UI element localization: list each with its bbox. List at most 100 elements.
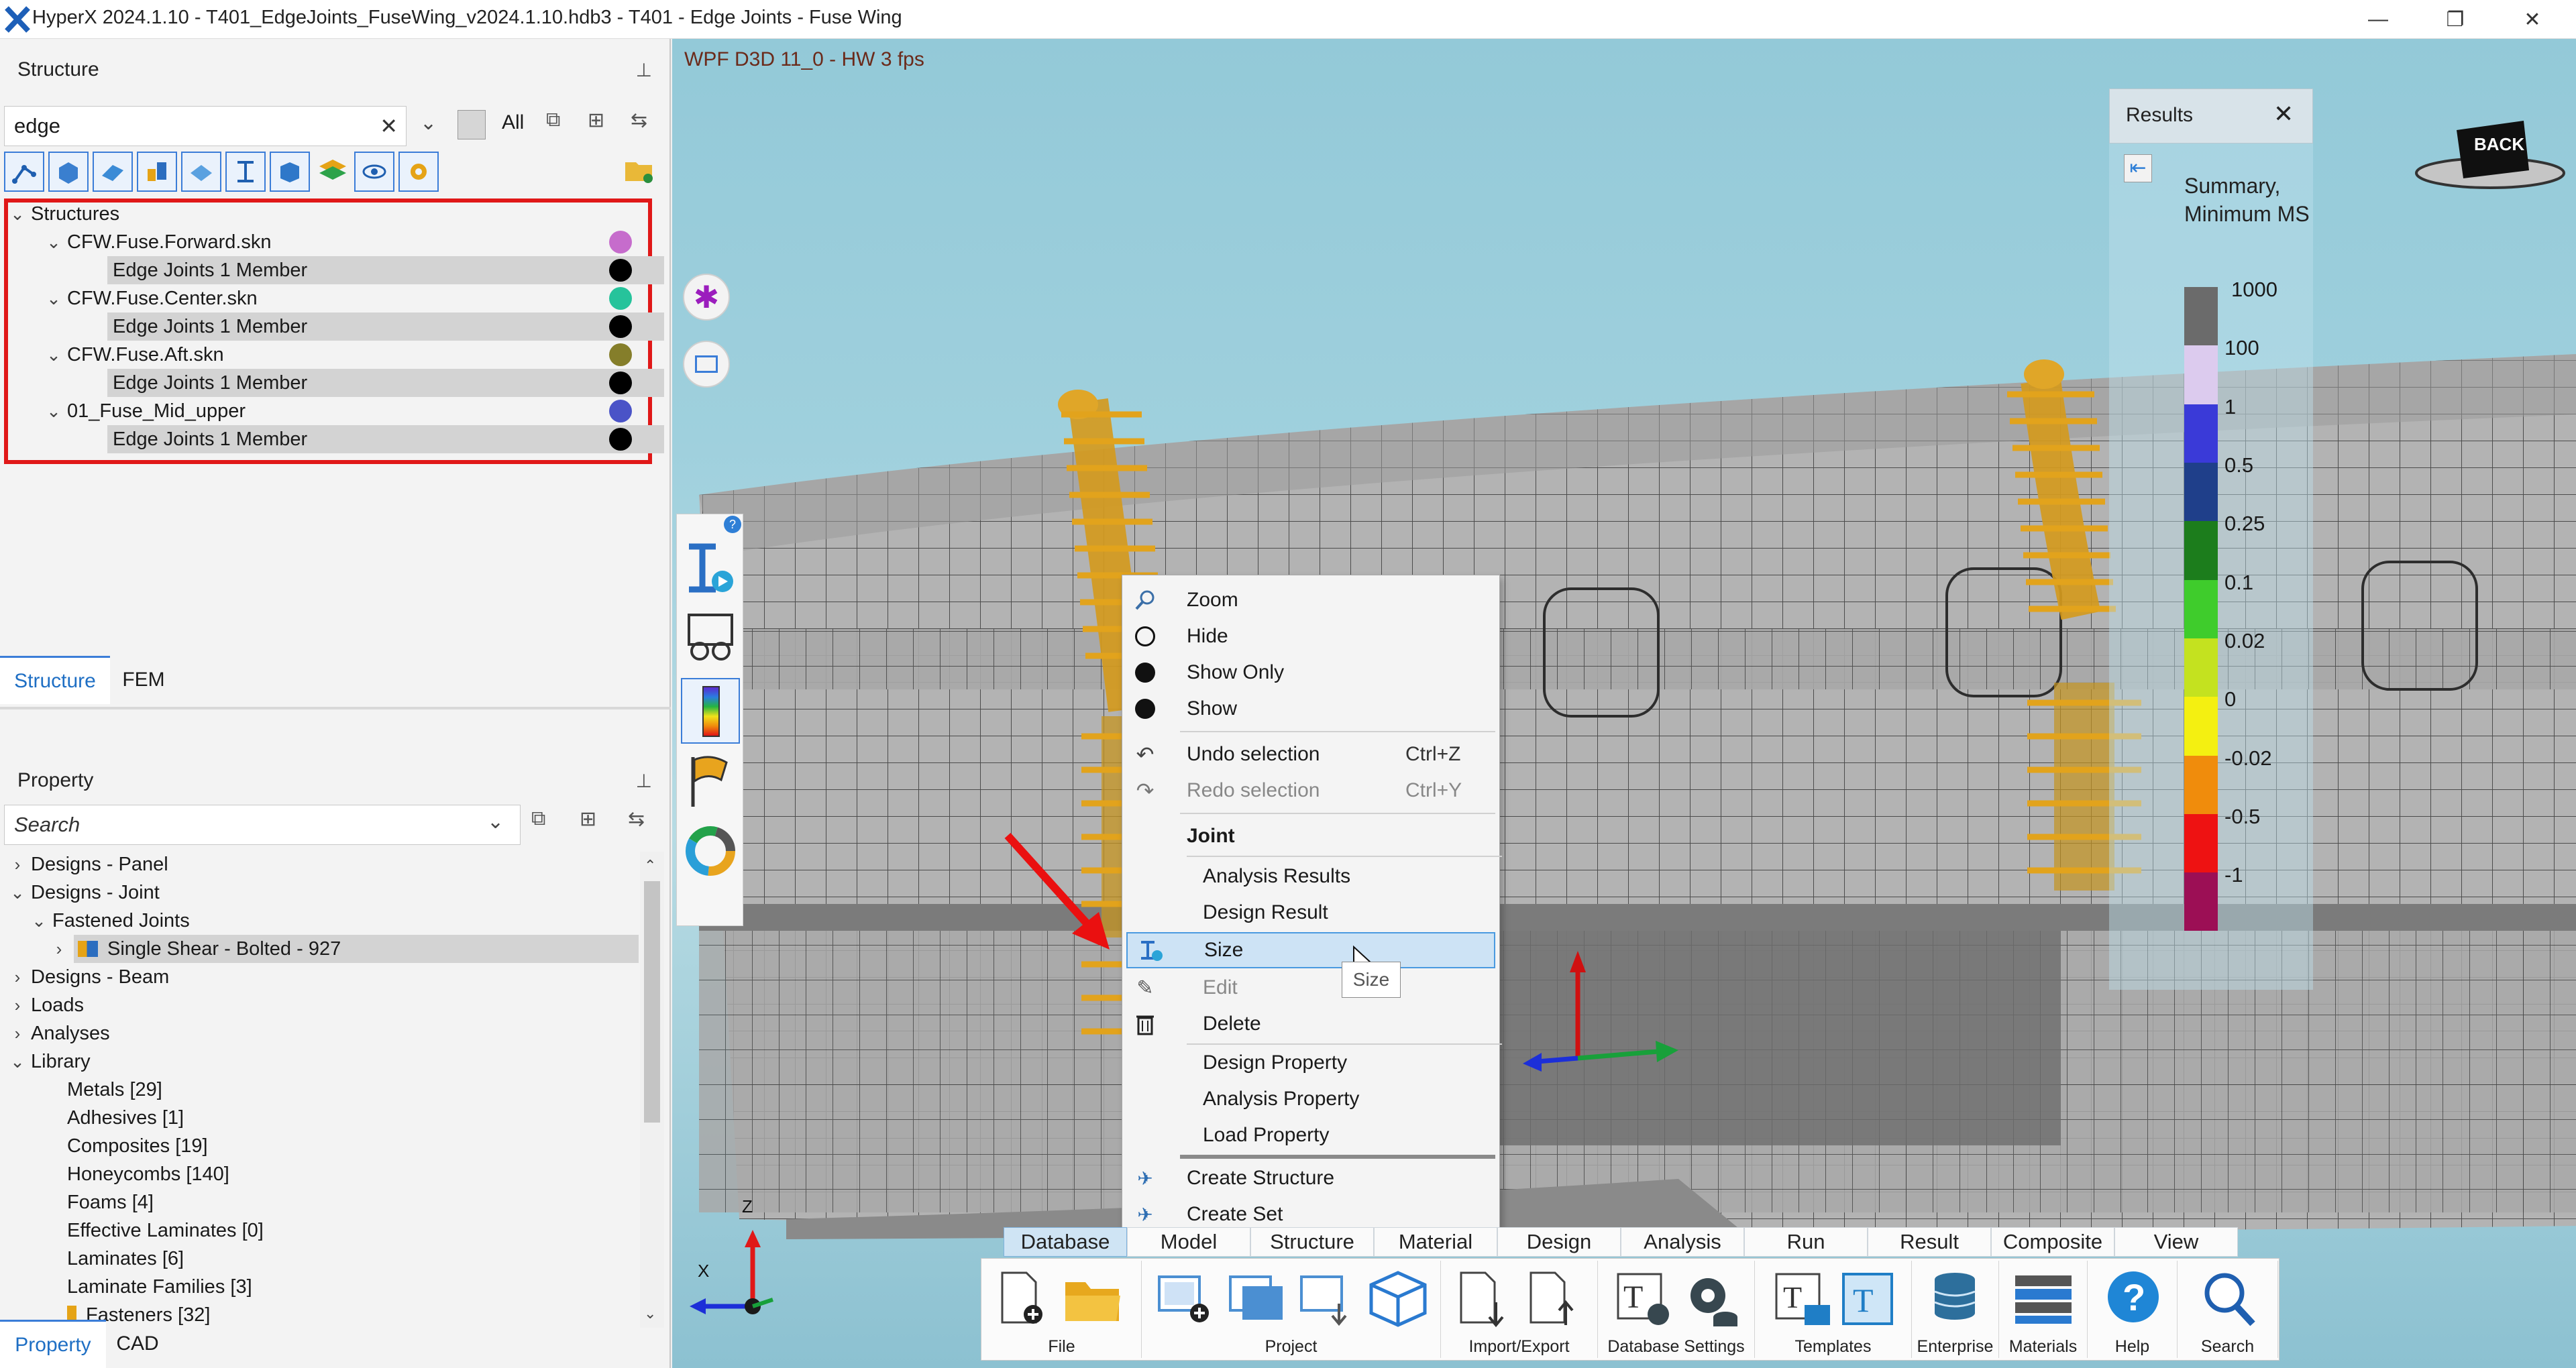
tab-structure[interactable]: Structure [0,656,110,704]
member-color-swatch[interactable] [609,372,632,394]
tree-item-single-shear[interactable]: › Single Shear - Bolted - 927 [56,935,639,963]
tree-group-aft[interactable]: ⌄ CFW.Fuse.Aft.skn [46,341,224,369]
project-import-icon[interactable] [1297,1271,1358,1328]
filter-cube-icon[interactable] [458,110,486,139]
clear-search-icon[interactable]: ✕ [380,113,398,139]
tree-group-center[interactable]: ⌄ CFW.Fuse.Center.skn [46,284,258,312]
tree-item-honeycombs[interactable]: Honeycombs [140] [67,1160,229,1188]
ribbon-tab-analysis[interactable]: Analysis [1621,1227,1744,1257]
folder-icon[interactable] [623,154,655,186]
tree-member-row[interactable]: Edge Joints 1 Member [107,425,664,453]
ribbon-tab-result[interactable]: Result [1868,1227,1991,1257]
tree-item-adhesives[interactable]: Adhesives [1] [67,1104,184,1132]
new-project-icon[interactable] [1155,1271,1216,1328]
help-icon[interactable]: ? [724,516,741,533]
ribbon-tab-run[interactable]: Run [1744,1227,1868,1257]
tree-group-forward[interactable]: ⌄ CFW.Fuse.Forward.skn [46,228,271,256]
menu-item-analysis-property[interactable]: Analysis Property [1122,1081,1499,1117]
tree-item-analyses[interactable]: › Analyses [9,1019,110,1047]
network-icon[interactable] [4,152,44,192]
import-icon[interactable] [1454,1270,1515,1330]
gear-database-icon[interactable] [1681,1269,1741,1330]
menu-item-load-property[interactable]: Load Property [1122,1117,1499,1153]
asterisk-icon[interactable]: ✱ [683,274,730,321]
layers-icon[interactable] [314,153,352,190]
close-results-icon[interactable]: ✕ [2273,100,2294,128]
menu-item-analysis-results[interactable]: Analysis Results [1122,858,1499,895]
help-icon[interactable]: ? [2105,1269,2165,1329]
ribbon-tab-database[interactable]: Database [1004,1227,1127,1257]
menu-item-create-structure[interactable]: ✈ Create Structure [1122,1160,1499,1196]
structure-search-input[interactable]: edge ✕ [4,106,407,146]
ribbon-tab-design[interactable]: Design [1497,1227,1621,1257]
tree-item-designs-beam[interactable]: › Designs - Beam [9,963,170,991]
tree-item-designs-panel[interactable]: › Designs - Panel [9,850,168,878]
chevron-down-icon[interactable]: ⌄ [9,204,25,225]
member-color-swatch[interactable] [609,315,632,338]
panel-icon[interactable] [93,152,133,192]
menu-item-redo-selection[interactable]: ↷ Redo selection Ctrl+Y [1122,773,1499,809]
contour-legend-icon[interactable] [681,678,740,744]
menu-item-zoom[interactable]: Zoom [1122,582,1499,618]
tab-cad[interactable]: CAD [106,1320,169,1368]
glasses-icon[interactable] [684,608,737,669]
chevron-down-icon[interactable]: ⌄ [46,345,62,365]
minimize-button[interactable]: — [2341,0,2415,39]
search-dropdown-icon[interactable]: ⌄ [420,111,437,135]
tree-item-effective-laminates[interactable]: Effective Laminates [0] [67,1216,264,1245]
tree-item-composites[interactable]: Composites [19] [67,1132,208,1160]
settings-gear-icon[interactable] [398,152,439,192]
member-color-swatch[interactable] [609,428,632,451]
beam-icon[interactable] [225,152,266,192]
menu-item-delete[interactable]: Delete [1122,1006,1499,1042]
template-icon[interactable]: T [1774,1271,1834,1332]
eye-filter-icon[interactable] [354,152,394,192]
pin-icon[interactable]: ⊥ [636,770,652,792]
property-scrollbar[interactable]: ⌃ ⌄ [640,852,664,1328]
search-icon[interactable] [2198,1269,2258,1329]
tree-member-row[interactable]: Edge Joints 1 Member [107,312,664,341]
tab-fem[interactable]: FEM [110,656,177,704]
ribbon-tab-composite[interactable]: Composite [1991,1227,2114,1257]
donut-chart-icon[interactable] [684,820,737,880]
joint-icon[interactable] [137,152,177,192]
tree-item-foams[interactable]: Foams [4] [67,1188,154,1216]
menu-item-undo-selection[interactable]: ↶ Undo selection Ctrl+Z [1122,736,1499,773]
chevron-down-icon[interactable]: ⌄ [46,401,62,422]
ribbon-tab-view[interactable]: View [2114,1227,2238,1257]
menu-item-show-only[interactable]: Show Only [1122,654,1499,691]
materials-icon[interactable] [2012,1271,2074,1328]
text-settings-icon[interactable]: T [1614,1270,1674,1330]
collapse-panel-icon[interactable]: ⇤ [2124,154,2152,182]
tree-icon[interactable]: ⊞ [588,109,604,132]
tree-group-mid-upper[interactable]: ⌄ 01_Fuse_Mid_upper [46,397,246,425]
copy-icon[interactable]: ⧉ [531,807,545,830]
menu-item-design-result[interactable]: Design Result [1122,895,1499,931]
pin-icon[interactable]: ⊥ [636,59,652,81]
menu-item-edit[interactable]: ✎ Edit [1122,970,1499,1006]
close-window-button[interactable]: ✕ [2496,0,2569,39]
menu-item-show[interactable]: Show [1122,691,1499,727]
box-icon[interactable] [270,152,310,192]
enterprise-database-icon[interactable] [1928,1269,1988,1330]
project-copy-icon[interactable] [1226,1271,1287,1328]
ribbon-tab-model[interactable]: Model [1127,1227,1250,1257]
chevron-down-icon[interactable]: ⌄ [46,288,62,309]
tab-property[interactable]: Property [0,1320,106,1368]
solid-cube-icon[interactable] [48,152,89,192]
new-file-icon[interactable] [996,1270,1049,1328]
tree-item-laminates[interactable]: Laminates [6] [67,1245,184,1273]
color-swatch[interactable] [609,343,632,366]
flag-icon[interactable] [684,750,737,811]
tree-item-fastened-joints[interactable]: ⌄ Fastened Joints [31,907,190,935]
tree-member-row[interactable]: Edge Joints 1 Member [107,369,664,397]
open-folder-icon[interactable] [1063,1271,1123,1328]
tree-member-row[interactable]: Edge Joints 1 Member [107,256,664,284]
template-blue-icon[interactable]: T [1841,1271,1901,1332]
color-swatch[interactable] [609,287,632,310]
maximize-button[interactable]: ❐ [2418,0,2492,39]
tree-root-structures[interactable]: ⌄ Structures [9,200,119,228]
size-tool-icon[interactable] [684,538,737,599]
tree-item-laminate-families[interactable]: Laminate Families [3] [67,1273,252,1301]
property-search-input[interactable]: Search [4,805,521,845]
